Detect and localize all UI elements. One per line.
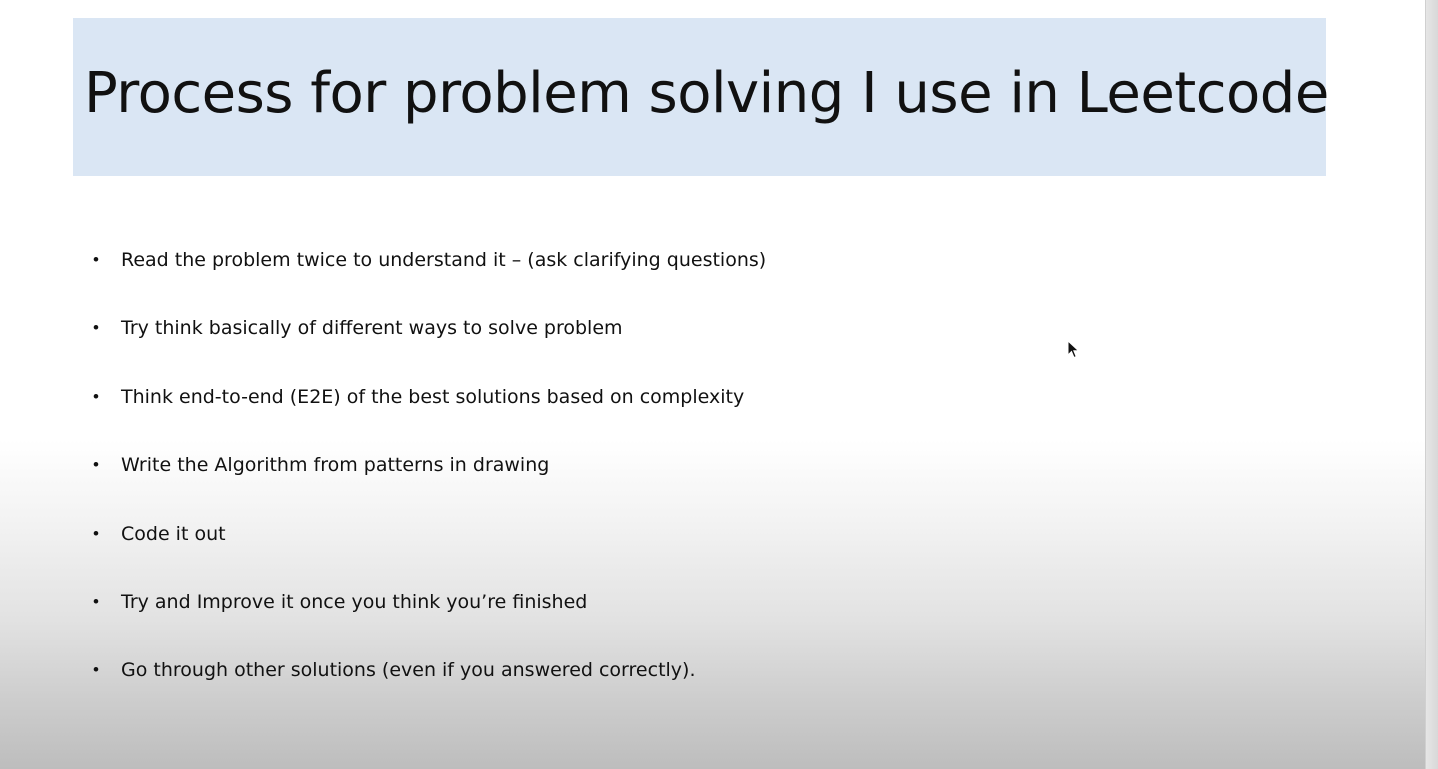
bullet-icon: •	[93, 318, 99, 338]
mouse-pointer-icon	[1067, 340, 1080, 359]
slide-title: Process for problem solving I use in Lee…	[84, 61, 1329, 126]
bullet-text: Think end-to-end (E2E) of the best solut…	[121, 385, 745, 408]
bullet-text: Try and Improve it once you think you’re…	[121, 590, 588, 613]
bullet-list: • Read the problem twice to understand i…	[93, 241, 766, 720]
bullet-icon: •	[93, 250, 99, 269]
bullet-icon: •	[93, 591, 99, 611]
bullet-text: Go through other solutions (even if you …	[121, 659, 696, 682]
list-item: • Think end-to-end (E2E) of the best sol…	[93, 378, 766, 446]
bullet-text: Write the Algorithm from patterns in dra…	[121, 454, 550, 477]
bullet-icon: •	[93, 386, 99, 406]
list-item: • Write the Algorithm from patterns in d…	[93, 446, 766, 514]
bullet-text: Try think basically of different ways to…	[121, 317, 623, 340]
list-item: • Read the problem twice to understand i…	[93, 241, 766, 309]
list-item: • Code it out	[93, 515, 766, 583]
bullet-text: Read the problem twice to understand it …	[121, 249, 767, 271]
bullet-icon: •	[93, 455, 99, 475]
list-item: • Try and Improve it once you think you’…	[93, 583, 766, 651]
bullet-text: Code it out	[121, 522, 226, 545]
window-edge	[1425, 0, 1438, 769]
list-item: • Go through other solutions (even if yo…	[93, 651, 766, 719]
bullet-icon: •	[93, 523, 99, 543]
bullet-icon: •	[93, 660, 99, 680]
slide-title-banner: Process for problem solving I use in Lee…	[73, 18, 1329, 176]
list-item: • Try think basically of different ways …	[93, 309, 766, 377]
